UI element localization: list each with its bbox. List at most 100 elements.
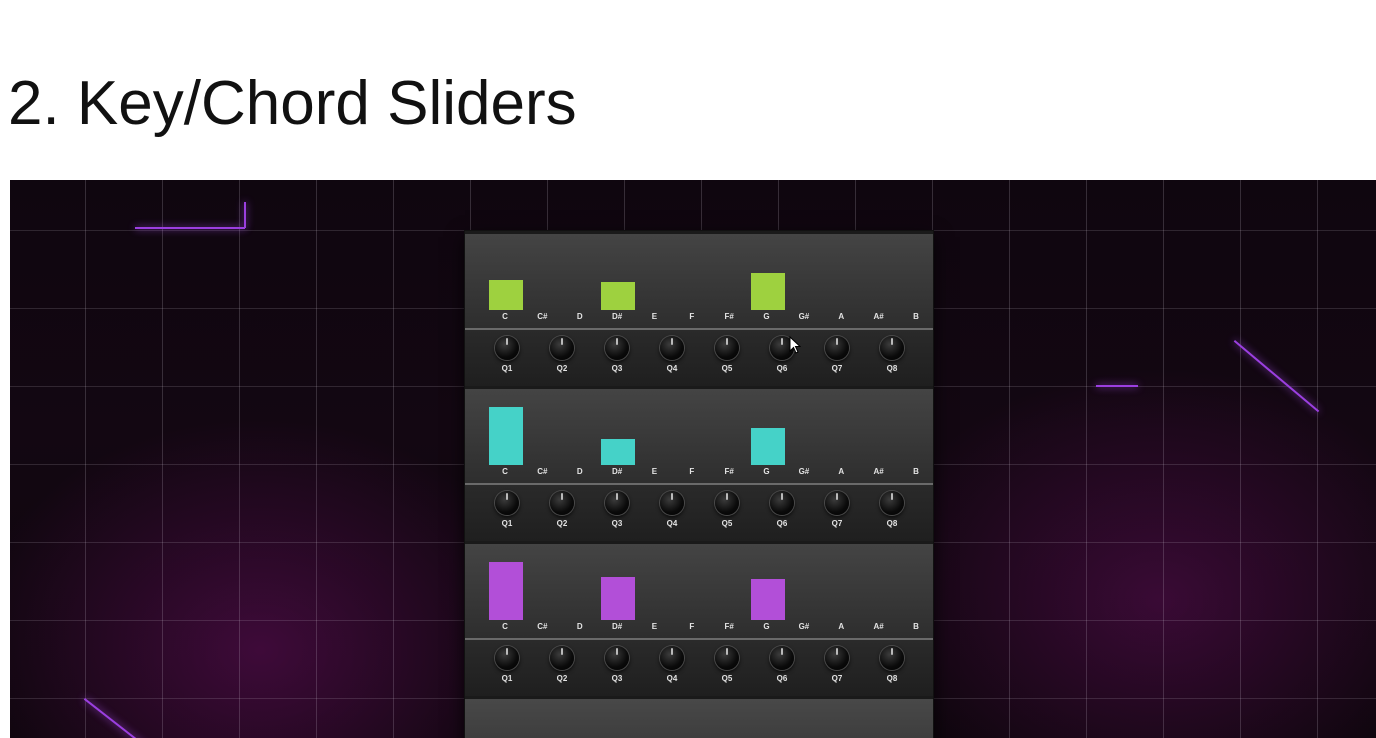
key-label: D bbox=[576, 622, 583, 631]
knob-icon[interactable] bbox=[715, 491, 739, 515]
key-level-bar[interactable] bbox=[489, 562, 523, 620]
knob-label: Q4 bbox=[666, 519, 678, 528]
key-slider-c[interactable]: C bbox=[484, 544, 526, 638]
key-label: G# bbox=[798, 622, 810, 631]
key-slider-f-sharp[interactable]: F# bbox=[708, 544, 750, 638]
key-slider-g[interactable]: G bbox=[746, 234, 788, 328]
key-label: A bbox=[838, 312, 845, 321]
key-slider-b[interactable]: B bbox=[895, 389, 937, 483]
key-label: A# bbox=[873, 467, 884, 476]
key-slider-f-sharp[interactable]: F# bbox=[708, 389, 750, 483]
key-slider-g-sharp[interactable]: G# bbox=[783, 389, 825, 483]
knob-icon[interactable] bbox=[550, 646, 574, 670]
key-slider-e[interactable]: E bbox=[633, 389, 675, 483]
key-level-bar[interactable] bbox=[750, 579, 785, 620]
key-slider-a-sharp[interactable]: A# bbox=[858, 234, 900, 328]
key-label: D# bbox=[611, 622, 623, 631]
key-slider-d[interactable]: D bbox=[559, 234, 601, 328]
key-label: C# bbox=[537, 622, 548, 631]
knob-icon[interactable] bbox=[550, 491, 574, 515]
key-slider-a-sharp[interactable]: A# bbox=[858, 544, 900, 638]
neon-line-right-short bbox=[1096, 385, 1138, 387]
key-label: F bbox=[689, 467, 695, 476]
key-slider-f[interactable]: F bbox=[671, 544, 713, 638]
key-level-bar[interactable] bbox=[601, 577, 636, 620]
key-slider-area: C C# D D# E F F# G G# A A# B bbox=[465, 544, 933, 640]
key-slider-d[interactable]: D bbox=[559, 389, 601, 483]
key-slider-e[interactable]: E bbox=[633, 544, 675, 638]
key-slider-g[interactable]: G bbox=[746, 389, 788, 483]
knob-icon[interactable] bbox=[605, 491, 629, 515]
key-label: F# bbox=[724, 312, 734, 321]
knob-icon[interactable] bbox=[825, 491, 849, 515]
key-label: B bbox=[913, 312, 919, 321]
q-control-q4: Q4 bbox=[647, 640, 697, 696]
knob-icon[interactable] bbox=[660, 336, 684, 360]
key-slider-d-sharp[interactable]: D# bbox=[596, 389, 638, 483]
key-label: D# bbox=[611, 467, 623, 476]
key-label: C bbox=[502, 467, 508, 476]
knob-icon[interactable] bbox=[660, 646, 684, 670]
key-slider-g[interactable]: G bbox=[746, 544, 788, 638]
rack-4-partial bbox=[465, 696, 933, 738]
knob-icon[interactable] bbox=[495, 336, 519, 360]
q-control-q1: Q1 bbox=[482, 640, 532, 696]
key-label: A# bbox=[873, 622, 884, 631]
q-control-q8: Q8 bbox=[867, 330, 917, 386]
neon-line-top-left-vertical bbox=[244, 202, 246, 228]
key-slider-d-sharp[interactable]: D# bbox=[596, 544, 638, 638]
knob-icon[interactable] bbox=[880, 491, 904, 515]
plugin-screenshot: C C# D D# E F F# G G# A A# B Q1 Q2 Q3 Q4 Q5 Q6 Q7 Q8 C C# D D# E… bbox=[10, 180, 1376, 738]
knob-icon[interactable] bbox=[605, 646, 629, 670]
key-slider-c[interactable]: C bbox=[484, 389, 526, 483]
key-slider-c-sharp[interactable]: C# bbox=[521, 389, 563, 483]
key-slider-d[interactable]: D bbox=[559, 544, 601, 638]
q-control-q7: Q7 bbox=[812, 640, 862, 696]
key-slider-c-sharp[interactable]: C# bbox=[521, 234, 563, 328]
q-control-q1: Q1 bbox=[482, 330, 532, 386]
knob-icon[interactable] bbox=[770, 491, 794, 515]
knob-icon[interactable] bbox=[880, 646, 904, 670]
key-slider-f[interactable]: F bbox=[671, 234, 713, 328]
key-slider-a-sharp[interactable]: A# bbox=[858, 389, 900, 483]
key-level-bar[interactable] bbox=[750, 428, 785, 465]
key-level-bar[interactable] bbox=[489, 407, 523, 465]
knob-icon[interactable] bbox=[605, 336, 629, 360]
q-control-q8: Q8 bbox=[867, 485, 917, 541]
q-control-q1: Q1 bbox=[482, 485, 532, 541]
knob-icon[interactable] bbox=[715, 336, 739, 360]
key-slider-b[interactable]: B bbox=[895, 234, 937, 328]
knob-icon[interactable] bbox=[825, 646, 849, 670]
key-slider-d-sharp[interactable]: D# bbox=[596, 234, 638, 328]
key-label: A bbox=[838, 467, 845, 476]
key-level-bar[interactable] bbox=[601, 439, 636, 465]
q-control-q7: Q7 bbox=[812, 330, 862, 386]
knob-icon[interactable] bbox=[660, 491, 684, 515]
key-slider-f-sharp[interactable]: F# bbox=[708, 234, 750, 328]
key-slider-g-sharp[interactable]: G# bbox=[783, 234, 825, 328]
rack-2: C C# D D# E F F# G G# A A# B Q1 Q2 Q3 Q4 Q5 Q6 Q7 Q8 bbox=[465, 386, 933, 544]
knob-icon[interactable] bbox=[495, 491, 519, 515]
knob-icon[interactable] bbox=[825, 336, 849, 360]
q-control-q5: Q5 bbox=[702, 640, 752, 696]
knob-icon[interactable] bbox=[880, 336, 904, 360]
key-level-bar[interactable] bbox=[489, 280, 523, 310]
knob-icon[interactable] bbox=[770, 646, 794, 670]
key-level-bar[interactable] bbox=[601, 282, 636, 310]
key-slider-b[interactable]: B bbox=[895, 544, 937, 638]
key-slider-c[interactable]: C bbox=[484, 234, 526, 328]
key-slider-f[interactable]: F bbox=[671, 389, 713, 483]
page-title: 2. Key/Chord Sliders bbox=[8, 69, 577, 138]
key-level-bar[interactable] bbox=[750, 273, 785, 310]
knob-label: Q5 bbox=[721, 519, 733, 528]
key-slider-a[interactable]: A bbox=[820, 234, 862, 328]
knob-label: Q3 bbox=[611, 519, 623, 528]
key-slider-e[interactable]: E bbox=[633, 234, 675, 328]
key-slider-g-sharp[interactable]: G# bbox=[783, 544, 825, 638]
key-slider-c-sharp[interactable]: C# bbox=[521, 544, 563, 638]
key-slider-a[interactable]: A bbox=[820, 389, 862, 483]
knob-icon[interactable] bbox=[495, 646, 519, 670]
key-slider-a[interactable]: A bbox=[820, 544, 862, 638]
knob-icon[interactable] bbox=[715, 646, 739, 670]
knob-icon[interactable] bbox=[550, 336, 574, 360]
